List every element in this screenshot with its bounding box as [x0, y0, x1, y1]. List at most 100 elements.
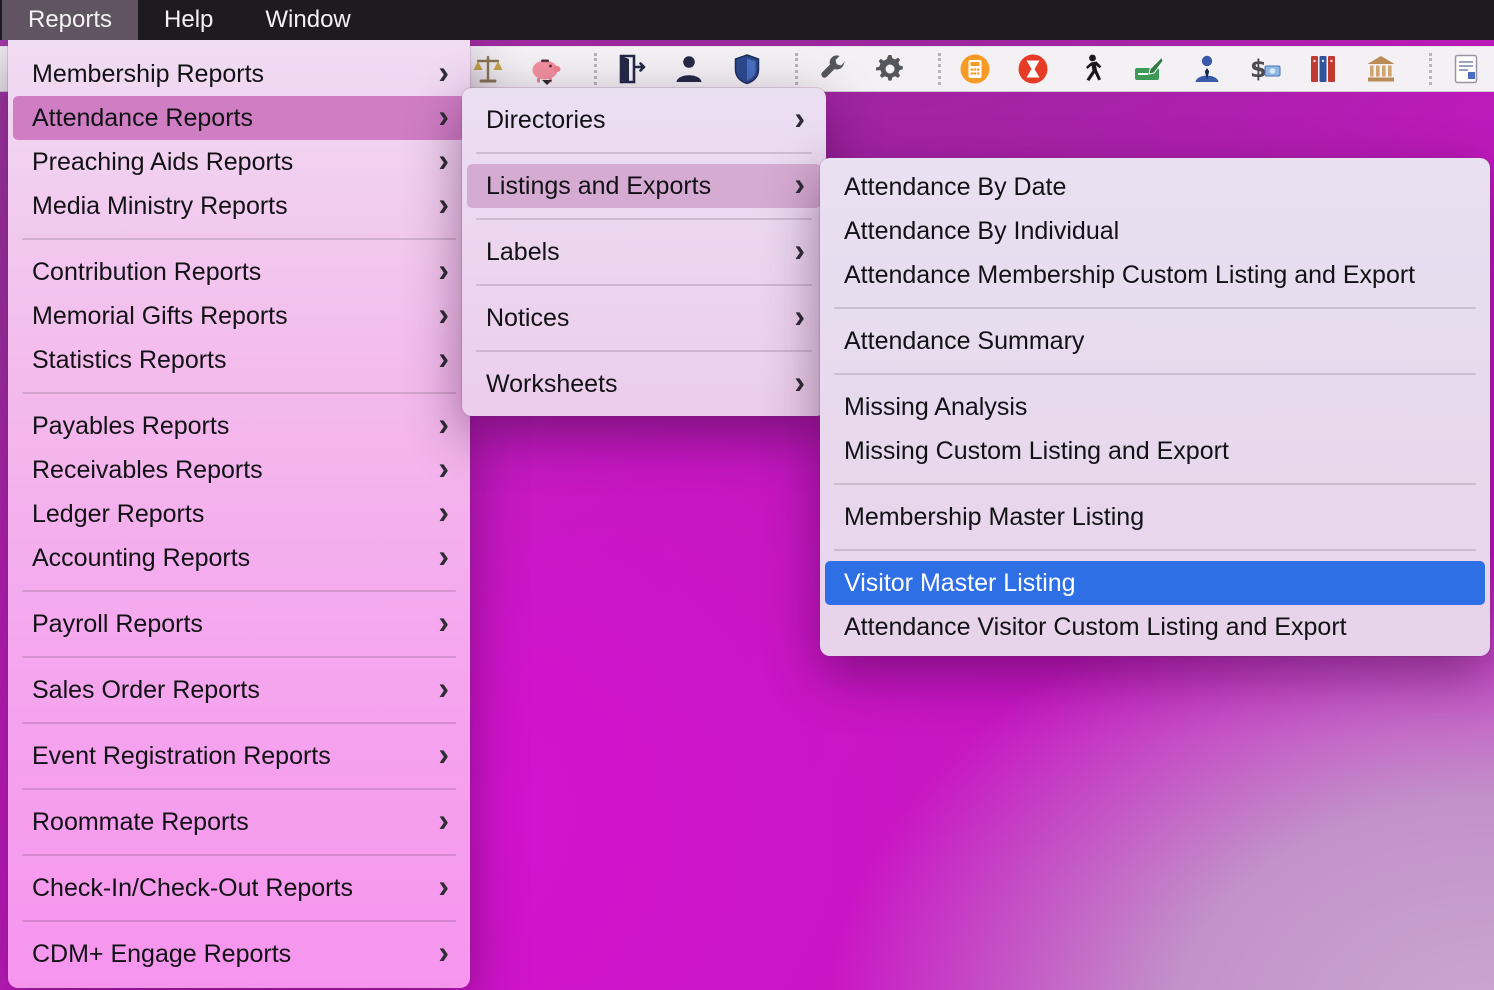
menu-item-notices[interactable]: Notices›	[467, 296, 821, 340]
signature-icon[interactable]	[1131, 51, 1167, 87]
menu-item-roommate-reports[interactable]: Roommate Reports›	[13, 800, 465, 844]
person-icon[interactable]	[671, 51, 707, 87]
calculator-icon[interactable]	[957, 51, 993, 87]
menu-item-payroll-reports[interactable]: Payroll Reports ›	[13, 602, 465, 646]
menu-item-memorial-gifts-reports[interactable]: Memorial Gifts Reports›	[13, 294, 465, 338]
menu-separator	[22, 920, 456, 922]
menu-item-attendance-reports[interactable]: Attendance Reports›	[13, 96, 465, 140]
menu-item-receivables-reports[interactable]: Receivables Reports ›	[13, 448, 465, 492]
menu-item-label: Contribution Reports	[32, 258, 261, 287]
menu-item-contribution-reports[interactable]: Contribution Reports ›	[13, 250, 465, 294]
menubar-item-help[interactable]: Help	[138, 0, 239, 40]
submenu-arrow-icon: ›	[438, 52, 449, 92]
menu-item-visitor-master-listing[interactable]: Visitor Master Listing	[825, 561, 1485, 605]
menu-item-attendance-visitor-custom-listing-and-export[interactable]: Attendance Visitor Custom Listing and Ex…	[825, 605, 1485, 649]
menu-item-label: Statistics Reports	[32, 346, 227, 375]
menu-item-label: Attendance Visitor Custom Listing and Ex…	[844, 613, 1347, 642]
menu-item-payables-reports[interactable]: Payables Reports›	[13, 404, 465, 448]
menu-item-missing-custom-listing-and-export[interactable]: Missing Custom Listing and Export	[825, 429, 1485, 473]
menu-item-sales-order-reports[interactable]: Sales Order Reports ›	[13, 668, 465, 712]
menu-item-attendance-summary[interactable]: Attendance Summary	[825, 319, 1485, 363]
menu-item-label: Media Ministry Reports	[32, 192, 288, 221]
submenu-arrow-icon: ›	[438, 602, 449, 642]
submenu-arrow-icon: ›	[794, 98, 805, 138]
submenu-arrow-icon: ›	[438, 140, 449, 180]
menu-item-event-registration-reports[interactable]: Event Registration Reports ›	[13, 734, 465, 778]
menu-item-worksheets[interactable]: Worksheets ›	[467, 362, 821, 406]
menu-separator	[22, 590, 456, 592]
menu-item-label: Attendance Summary	[844, 327, 1084, 356]
submenu-arrow-icon: ›	[438, 734, 449, 774]
menu-item-membership-master-listing[interactable]: Membership Master Listing	[825, 495, 1485, 539]
menu-separator	[476, 152, 812, 154]
submenu-arrow-icon: ›	[794, 296, 805, 336]
submenu-arrow-icon: ›	[438, 96, 449, 136]
submenu-arrow-icon: ›	[438, 404, 449, 444]
person-tie-icon[interactable]	[1189, 51, 1225, 87]
menu-item-labels[interactable]: Labels ›	[467, 230, 821, 274]
submenu-arrow-icon: ›	[794, 362, 805, 402]
submenu-arrow-icon: ›	[438, 250, 449, 290]
menu-item-label: Worksheets	[486, 370, 618, 399]
shield-icon[interactable]	[729, 51, 765, 87]
menu-separator	[834, 483, 1476, 485]
menu-item-ledger-reports[interactable]: Ledger Reports ›	[13, 492, 465, 536]
menu-item-statistics-reports[interactable]: Statistics Reports›	[13, 338, 465, 382]
menu-item-preaching-aids-reports[interactable]: Preaching Aids Reports›	[13, 140, 465, 184]
binders-icon[interactable]	[1305, 51, 1341, 87]
submenu-arrow-icon: ›	[794, 164, 805, 204]
toolbar-separator	[795, 53, 798, 85]
menu-separator	[834, 549, 1476, 551]
menu-item-media-ministry-reports[interactable]: Media Ministry Reports›	[13, 184, 465, 228]
menu-item-attendance-membership-custom-listing-and-export[interactable]: Attendance Membership Custom Listing and…	[825, 253, 1485, 297]
menu-item-listings-and-exports[interactable]: Listings and Exports›	[467, 164, 821, 208]
gear-icon[interactable]	[872, 51, 908, 87]
bank-icon[interactable]	[1363, 51, 1399, 87]
menu-item-check-in-check-out-reports[interactable]: Check-In/Check-Out Reports›	[13, 866, 465, 910]
menu-separator	[476, 284, 812, 286]
submenu-arrow-icon: ›	[794, 230, 805, 270]
menu-separator	[22, 854, 456, 856]
submenu-arrow-icon: ›	[438, 668, 449, 708]
menu-item-label: Visitor Master Listing	[844, 569, 1076, 598]
menu-item-label: Missing Analysis	[844, 393, 1027, 422]
scales-icon[interactable]	[470, 51, 506, 87]
door-exit-icon[interactable]	[613, 51, 649, 87]
menu-item-membership-reports[interactable]: Membership Reports›	[13, 52, 465, 96]
menu-item-accounting-reports[interactable]: Accounting Reports›	[13, 536, 465, 580]
menu-item-label: Payroll Reports	[32, 610, 203, 639]
menubar-item-reports[interactable]: Reports	[2, 0, 138, 40]
menu-item-attendance-by-individual[interactable]: Attendance By Individual	[825, 209, 1485, 253]
menu-item-label: Memorial Gifts Reports	[32, 302, 288, 331]
menu-item-label: Receivables Reports	[32, 456, 263, 485]
menu-separator	[476, 218, 812, 220]
submenu-arrow-icon: ›	[438, 866, 449, 906]
walking-person-icon[interactable]	[1073, 51, 1109, 87]
menu-separator	[834, 373, 1476, 375]
menu-separator	[22, 656, 456, 658]
submenu-arrow-icon: ›	[438, 448, 449, 488]
menu-item-directories[interactable]: Directories›	[467, 98, 821, 142]
document-icon[interactable]	[1448, 51, 1484, 87]
hourglass-icon[interactable]	[1015, 51, 1051, 87]
piggy-bank-icon[interactable]	[528, 51, 564, 87]
menu-item-label: Event Registration Reports	[32, 742, 331, 771]
submenu-arrow-icon: ›	[438, 932, 449, 972]
menu-item-label: Labels	[486, 238, 560, 267]
submenu-arrow-icon: ›	[438, 536, 449, 576]
menu-item-label: Sales Order Reports	[32, 676, 260, 705]
money-icon[interactable]: $	[1247, 51, 1283, 87]
attendance-reports-submenu: Directories› Listings and Exports› Label…	[462, 88, 826, 416]
submenu-arrow-icon: ›	[438, 800, 449, 840]
wrench-icon[interactable]	[814, 51, 850, 87]
menu-separator	[22, 788, 456, 790]
submenu-arrow-icon: ›	[438, 492, 449, 532]
menu-item-label: Membership Master Listing	[844, 503, 1144, 532]
menubar-item-window[interactable]: Window	[239, 0, 376, 40]
menu-item-label: Ledger Reports	[32, 500, 204, 529]
toolbar-separator	[594, 53, 597, 85]
menu-item-cdm-engage-reports[interactable]: CDM+ Engage Reports›	[13, 932, 465, 976]
menu-item-missing-analysis[interactable]: Missing Analysis	[825, 385, 1485, 429]
toolbar-separator	[1429, 53, 1432, 85]
menu-item-attendance-by-date[interactable]: Attendance By Date	[825, 165, 1485, 209]
